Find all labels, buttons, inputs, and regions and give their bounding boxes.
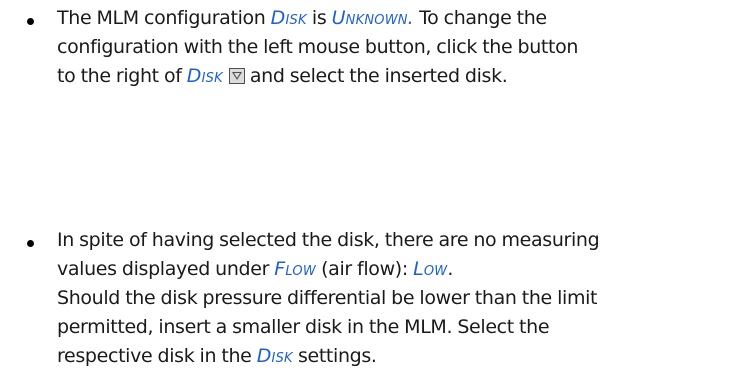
keyword-disk: Disk (270, 7, 307, 29)
text-line: Should the disk pressure differential be… (57, 287, 598, 309)
text-segment: is (306, 7, 332, 29)
text-segment: The MLM configuration (57, 7, 271, 29)
text-segment: respective disk in the (57, 345, 257, 367)
text-line: configuration with the left mouse button… (57, 36, 579, 58)
text-segment: and select the inserted disk. (249, 65, 508, 87)
dropdown-arrow-icon (228, 68, 245, 84)
text-segment: to the right of (57, 65, 187, 87)
keyword-unknown: Unknown. (331, 7, 414, 29)
keyword-low: Low (413, 258, 448, 280)
text-line: to the right of Disk and select the inser… (57, 62, 737, 91)
list-item-text: In spite of having selected the disk, th… (57, 226, 737, 371)
text-segment: To change the (413, 7, 547, 29)
text-segment: values displayed under (57, 258, 275, 280)
text-line: permitted, insert a smaller disk in the … (57, 316, 550, 338)
bullet-icon (27, 240, 34, 247)
text-line: In spite of having selected the disk, th… (57, 229, 600, 251)
bullet-icon (27, 18, 34, 25)
keyword-flow: Flow (274, 258, 316, 280)
keyword-disk: Disk (256, 345, 293, 367)
text-line: respective disk in the Disk settings. (57, 342, 737, 371)
text-segment: . (447, 258, 454, 280)
keyword-disk: Disk (186, 65, 223, 87)
list-item-text: The MLM configuration Disk is Unknown. T… (57, 4, 737, 91)
text-segment: settings. (292, 345, 377, 367)
text-line: values displayed under Flow (air flow): … (57, 255, 737, 284)
text-segment: (air flow): (315, 258, 414, 280)
text-line: The MLM configuration Disk is Unknown. T… (57, 4, 737, 33)
